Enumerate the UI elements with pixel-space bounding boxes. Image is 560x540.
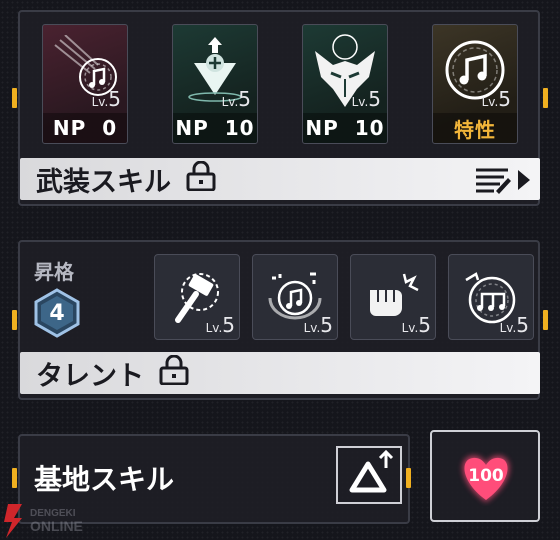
watermark: DENGEKI ONLINE xyxy=(4,504,83,538)
talent-label: タレント xyxy=(36,360,144,392)
panel-tick-right xyxy=(543,88,548,108)
skill-card-np3[interactable]: Lv.5 NP 10 xyxy=(302,24,388,144)
lightning-logo xyxy=(4,504,22,538)
watermark-line2: ONLINE xyxy=(30,518,83,534)
panel-tick-right xyxy=(543,310,548,330)
affection-value: 100 xyxy=(468,466,504,486)
skill-card-np1[interactable]: Lv.5 NP 0 xyxy=(42,24,128,144)
lock-icon xyxy=(158,354,190,392)
skill-level: Lv.5 xyxy=(221,87,251,111)
ascension-badge: 4 xyxy=(30,288,84,338)
skill-level: Lv.5 xyxy=(351,87,381,111)
talent-card-4[interactable]: Lv.5 xyxy=(448,254,534,340)
panel-tick-left xyxy=(12,468,17,488)
lock-icon xyxy=(185,160,217,198)
weapon-skill-bar[interactable]: 武装スキル xyxy=(20,158,540,200)
panel-tick-left xyxy=(12,88,17,108)
heart-icon: 100 xyxy=(454,450,518,506)
skill-level: Lv.5 xyxy=(481,87,511,111)
skill-tag: 特性 xyxy=(433,113,517,143)
talent-card-2[interactable]: Lv.5 xyxy=(252,254,338,340)
skill-card-trait[interactable]: Lv.5 特性 xyxy=(432,24,518,144)
talent-bar[interactable]: タレント xyxy=(20,352,540,394)
ascension-label: 昇格 xyxy=(34,260,74,284)
skill-level: Lv.5 xyxy=(91,87,121,111)
skill-card-np2[interactable]: Lv.5 NP 10 xyxy=(172,24,258,144)
base-skill-label: 基地スキル xyxy=(34,463,175,496)
details-icon[interactable] xyxy=(474,166,530,201)
skill-tag: NP 0 xyxy=(43,113,127,143)
panel-tick-left xyxy=(12,310,17,330)
talent-level: Lv.5 xyxy=(401,313,431,337)
weapon-skill-label: 武装スキル xyxy=(36,166,171,198)
panel-tick-right xyxy=(406,468,411,488)
ascension-level: 4 xyxy=(49,300,65,326)
talent-level: Lv.5 xyxy=(303,313,333,337)
upgrade-icon[interactable] xyxy=(336,446,402,504)
skill-tag: NP 10 xyxy=(173,113,257,143)
talent-level: Lv.5 xyxy=(499,313,529,337)
talent-card-3[interactable]: Lv.5 xyxy=(350,254,436,340)
skill-tag: NP 10 xyxy=(303,113,387,143)
talent-level: Lv.5 xyxy=(205,313,235,337)
talent-card-1[interactable]: Lv.5 xyxy=(154,254,240,340)
